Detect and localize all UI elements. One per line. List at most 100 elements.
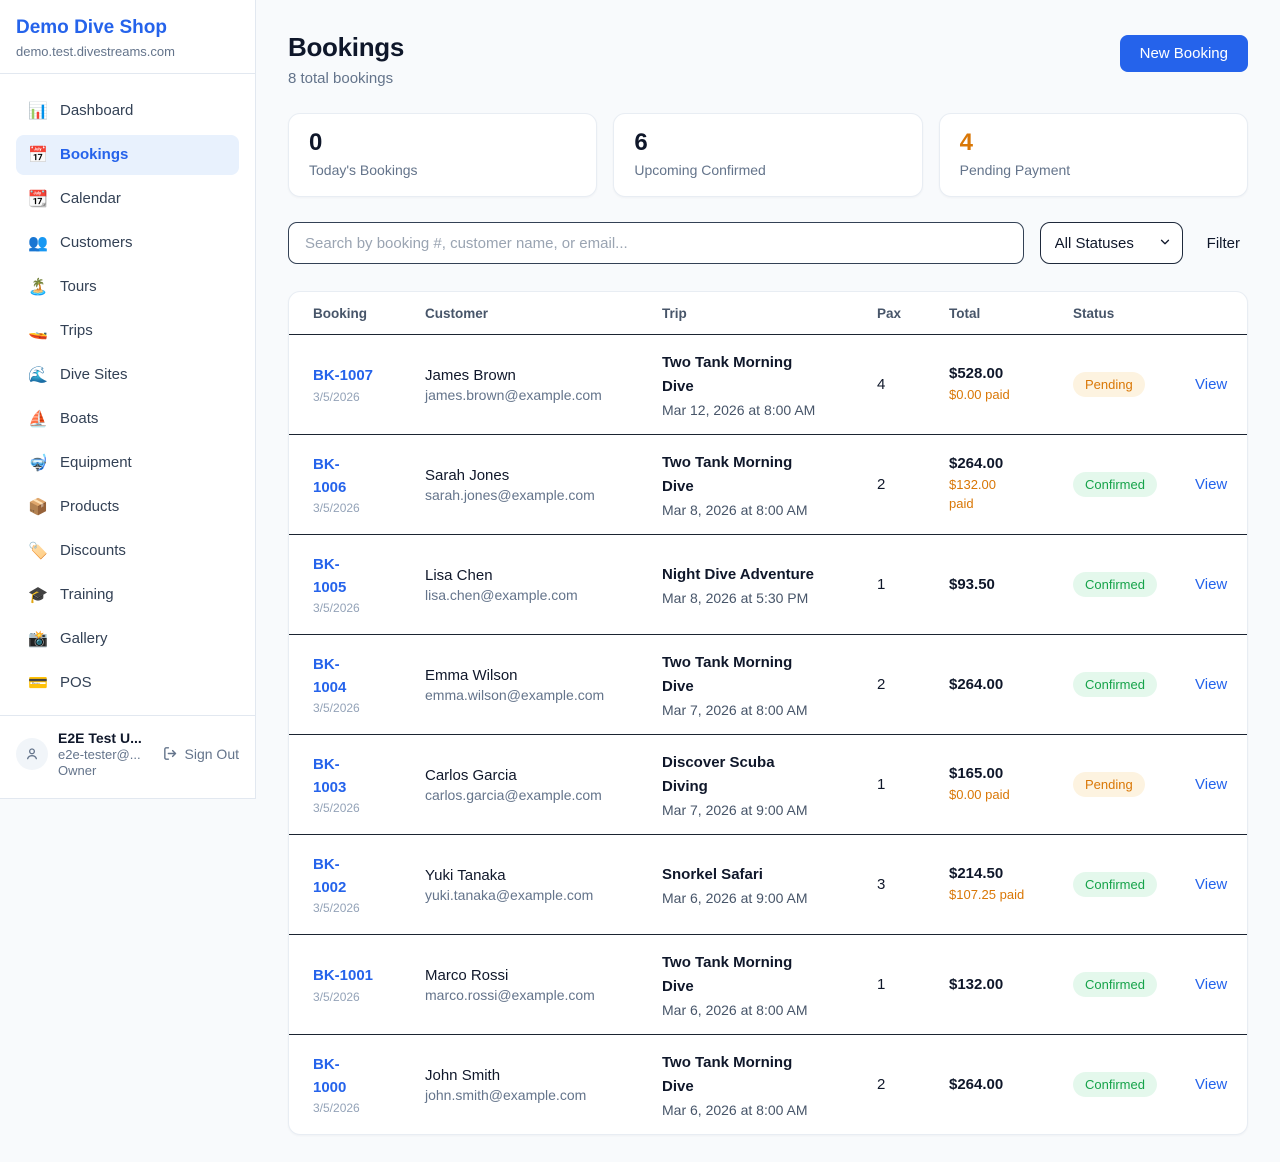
paid-amount: $0.00 paid — [949, 786, 1073, 805]
table-row: BK- 1002 3/5/2026 Yuki Tanaka yuki.tanak… — [289, 834, 1247, 934]
actions-cell: View — [1195, 976, 1227, 994]
customer-name: John Smith — [425, 1067, 662, 1084]
booking-cell: BK- 1002 3/5/2026 — [313, 854, 425, 915]
table-row: BK- 1000 3/5/2026 John Smith john.smith@… — [289, 1034, 1247, 1134]
status-badge: Confirmed — [1073, 472, 1157, 497]
booking-id-link[interactable]: BK- 1004 — [313, 654, 346, 699]
pax-cell: 2 — [877, 476, 949, 493]
stat-card: 0 Today's Bookings — [288, 113, 597, 197]
sidebar-item-discounts[interactable]: 🏷️ Discounts — [16, 531, 239, 571]
customer-email: john.smith@example.com — [425, 1087, 662, 1103]
credit-card-icon: 💳 — [28, 673, 48, 692]
trip-datetime: Mar 7, 2026 at 9:00 AM — [662, 802, 877, 818]
status-cell: Confirmed — [1073, 972, 1195, 997]
sidebar-item-label: Customers — [60, 234, 133, 251]
sidebar-item-training[interactable]: 🎓 Training — [16, 575, 239, 615]
sidebar-item-gallery[interactable]: 📸 Gallery — [16, 619, 239, 659]
total-amount: $214.50 — [949, 865, 1073, 882]
package-icon: 📦 — [28, 497, 48, 516]
user-footer: E2E Test U... e2e-tester@... Owner Sign … — [0, 715, 255, 792]
total-amount: $264.00 — [949, 455, 1073, 472]
sidebar-item-tours[interactable]: 🏝️ Tours — [16, 267, 239, 307]
page-subtitle: 8 total bookings — [288, 70, 404, 87]
status-cell: Confirmed — [1073, 672, 1195, 697]
view-link[interactable]: View — [1195, 476, 1227, 493]
total-cell: $132.00 — [949, 976, 1073, 993]
view-link[interactable]: View — [1195, 976, 1227, 993]
sidebar-item-equipment[interactable]: 🤿 Equipment — [16, 443, 239, 483]
avatar — [16, 738, 48, 770]
sidebar-item-customers[interactable]: 👥 Customers — [16, 223, 239, 263]
camera-icon: 📸 — [28, 629, 48, 648]
sign-out-button[interactable]: Sign Out — [162, 745, 239, 762]
actions-cell: View — [1195, 776, 1227, 794]
column-header-total: Total — [949, 306, 1073, 321]
sidebar-item-label: Calendar — [60, 190, 121, 207]
search-input[interactable] — [288, 222, 1024, 264]
view-link[interactable]: View — [1195, 676, 1227, 693]
trip-name: Two Tank Morning Dive — [662, 451, 877, 498]
status-select[interactable]: All Statuses — [1040, 222, 1183, 264]
filter-button[interactable]: Filter — [1199, 235, 1248, 252]
booking-id-link[interactable]: BK- 1000 — [313, 1054, 346, 1099]
status-cell: Confirmed — [1073, 472, 1195, 497]
stat-label: Today's Bookings — [309, 162, 576, 178]
stat-card: 4 Pending Payment — [939, 113, 1248, 197]
sidebar-item-dashboard[interactable]: 📊 Dashboard — [16, 91, 239, 131]
pax-cell: 1 — [877, 976, 949, 993]
actions-cell: View — [1195, 576, 1227, 594]
booking-cell: BK- 1003 3/5/2026 — [313, 754, 425, 815]
table-body: BK-1007 3/5/2026 James Brown james.brown… — [289, 334, 1247, 1134]
booking-id-link[interactable]: BK-1007 — [313, 365, 373, 388]
customer-cell: John Smith john.smith@example.com — [425, 1067, 662, 1103]
trip-name: Night Dive Adventure — [662, 563, 877, 586]
stat-value: 0 — [309, 129, 576, 157]
sidebar-item-label: Discounts — [60, 542, 126, 559]
status-badge: Confirmed — [1073, 872, 1157, 897]
sidebar-item-label: Trips — [60, 322, 93, 339]
sidebar-item-calendar[interactable]: 📆 Calendar — [16, 179, 239, 219]
trip-datetime: Mar 7, 2026 at 8:00 AM — [662, 702, 877, 718]
logout-icon — [162, 745, 179, 762]
trip-cell: Two Tank Morning Dive Mar 6, 2026 at 8:0… — [662, 951, 877, 1018]
actions-cell: View — [1195, 876, 1227, 894]
total-cell: $93.50 — [949, 576, 1073, 593]
column-header-trip: Trip — [662, 306, 877, 321]
customer-cell: Yuki Tanaka yuki.tanaka@example.com — [425, 867, 662, 903]
status-cell: Confirmed — [1073, 1072, 1195, 1097]
view-link[interactable]: View — [1195, 576, 1227, 593]
status-badge: Pending — [1073, 772, 1145, 797]
booking-id-link[interactable]: BK- 1002 — [313, 854, 346, 899]
sidebar-item-label: Boats — [60, 410, 98, 427]
view-link[interactable]: View — [1195, 376, 1227, 393]
booking-id-link[interactable]: BK-1001 — [313, 965, 373, 988]
speedboat-icon: 🚤 — [28, 321, 48, 340]
tear-calendar-icon: 📆 — [28, 189, 48, 208]
sidebar-item-dive-sites[interactable]: 🌊 Dive Sites — [16, 355, 239, 395]
sidebar-item-label: Dashboard — [60, 102, 133, 119]
customer-cell: Marco Rossi marco.rossi@example.com — [425, 967, 662, 1003]
view-link[interactable]: View — [1195, 876, 1227, 893]
stat-value: 6 — [634, 129, 901, 157]
user-role: Owner — [58, 763, 152, 778]
pax-cell: 2 — [877, 1076, 949, 1093]
view-link[interactable]: View — [1195, 776, 1227, 793]
sidebar-item-trips[interactable]: 🚤 Trips — [16, 311, 239, 351]
sidebar-item-label: POS — [60, 674, 92, 691]
pax-cell: 1 — [877, 776, 949, 793]
status-badge: Confirmed — [1073, 572, 1157, 597]
booking-id-link[interactable]: BK- 1003 — [313, 754, 346, 799]
customer-name: Carlos Garcia — [425, 767, 662, 784]
booking-date: 3/5/2026 — [313, 601, 425, 615]
sidebar-item-pos[interactable]: 💳 POS — [16, 663, 239, 703]
view-link[interactable]: View — [1195, 1076, 1227, 1093]
sidebar-item-boats[interactable]: ⛵ Boats — [16, 399, 239, 439]
sidebar-item-label: Dive Sites — [60, 366, 128, 383]
booking-id-link[interactable]: BK- 1005 — [313, 554, 346, 599]
table-row: BK- 1005 3/5/2026 Lisa Chen lisa.chen@ex… — [289, 534, 1247, 634]
booking-id-link[interactable]: BK- 1006 — [313, 454, 346, 499]
total-cell: $528.00 $0.00 paid — [949, 365, 1073, 405]
sidebar-item-bookings[interactable]: 📅 Bookings — [16, 135, 239, 175]
sidebar-item-products[interactable]: 📦 Products — [16, 487, 239, 527]
new-booking-button[interactable]: New Booking — [1120, 35, 1248, 72]
